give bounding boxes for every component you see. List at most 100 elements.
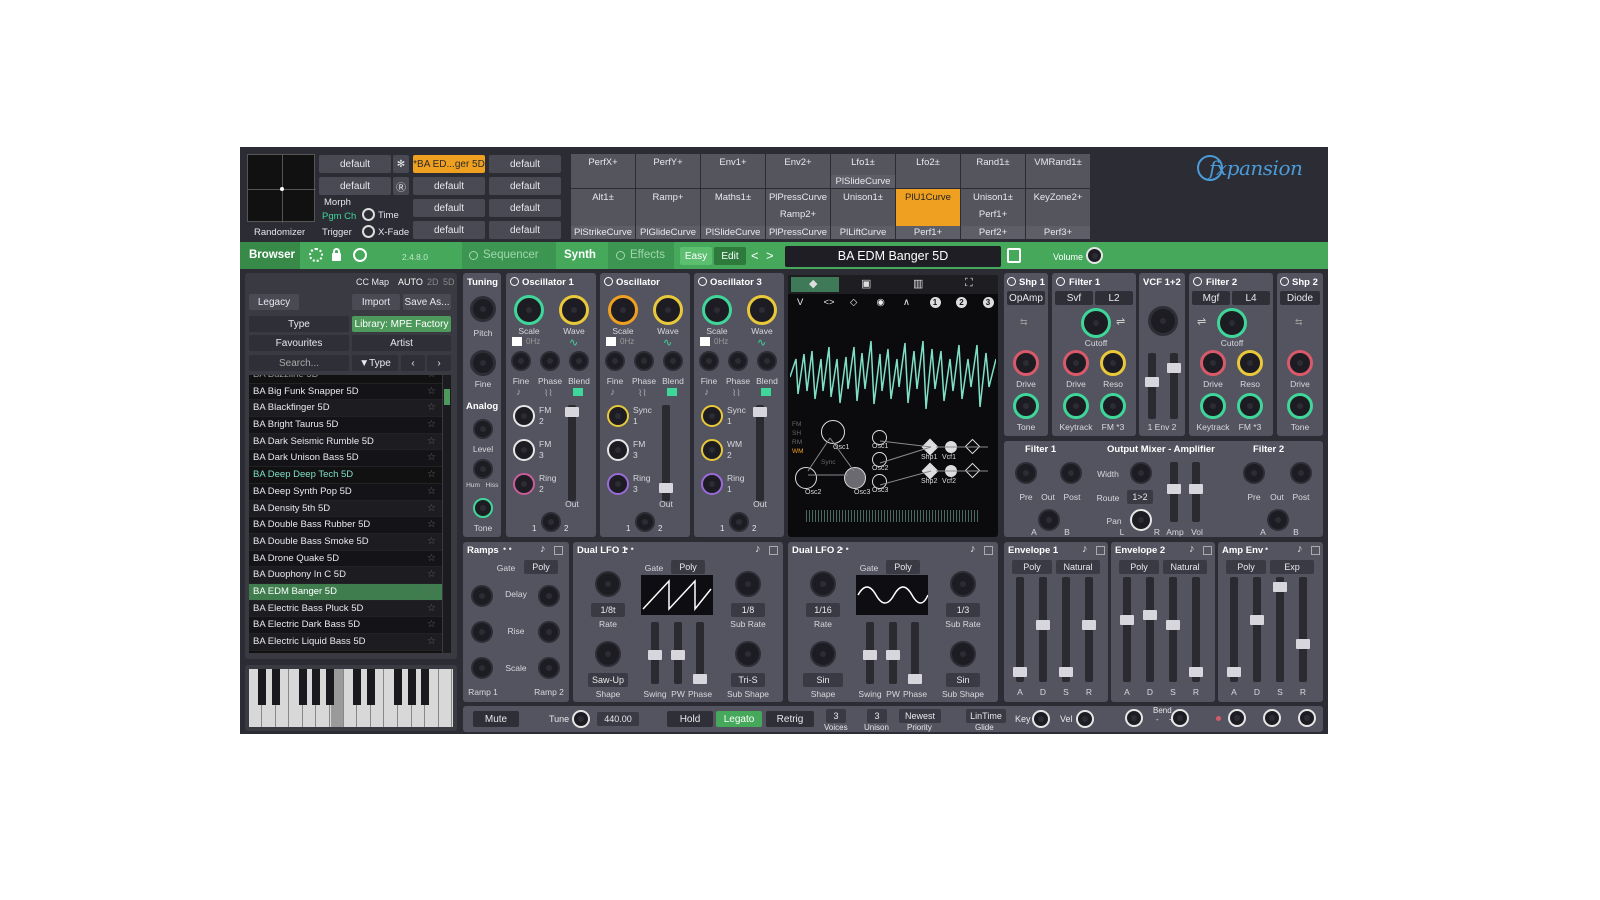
black-key[interactable] [326,669,334,705]
ramp1-rise-knob[interactable] [471,621,493,643]
vcf12-link-knob[interactable] [1148,306,1178,336]
vol-fader[interactable] [1189,462,1203,522]
black-key[interactable] [298,669,307,705]
mod-source-r1-4[interactable]: Lfo1± PlSlideCurve [831,154,895,188]
list-item[interactable]: BA Drone Quake 5D ☆ [249,550,442,568]
note-icon[interactable]: ♪ [755,543,761,555]
list-item[interactable]: BA Double Bass Rubber 5D ☆ [249,517,442,534]
display-tab-1[interactable]: ▣ [861,277,871,290]
list-item[interactable]: BA Electric Dark Bass 5D ☆ [249,617,442,634]
black-key[interactable] [421,669,430,705]
save-icon[interactable] [769,546,778,555]
f2-pre-knob[interactable] [1243,462,1265,484]
type-filter-tab[interactable]: Type [249,316,349,332]
display-tool-7[interactable]: 3 [982,297,994,308]
star-icon[interactable]: ☆ [427,551,436,568]
display-tool-5[interactable]: 1 [929,297,941,308]
star-icon[interactable]: ☆ [427,417,436,434]
save-icon[interactable] [554,546,563,555]
black-key[interactable] [271,669,280,705]
list-item[interactable]: BA Blackfinger 5D ☆ [249,400,442,418]
star-icon[interactable]: ☆ [427,517,436,534]
ampenv-r-fader[interactable] [1296,577,1310,682]
osc2-power-icon[interactable] [604,277,613,286]
f2-post-knob[interactable] [1290,462,1312,484]
osc1-power-icon[interactable] [510,277,519,286]
xfade-radio[interactable] [362,225,375,238]
list-item[interactable]: BA Buzzline 5D☆ [249,375,442,384]
filter2-power-icon[interactable] [1193,277,1202,286]
next-preset-button[interactable]: > [766,248,774,263]
osc2-wave-knob[interactable] [653,295,683,325]
display-tool-4[interactable]: ∧ [903,297,910,308]
note-icon[interactable]: ♪ [540,543,546,555]
filter1-keytrack-knob[interactable] [1063,393,1089,419]
lfo2-pw-fader[interactable] [886,622,900,684]
prev-preset-button[interactable]: < [751,248,759,263]
osc2-scale-knob[interactable] [608,295,638,325]
amp-fader[interactable] [1167,462,1181,522]
shp1-drive-knob[interactable] [1013,350,1039,376]
mod-source-r1-1[interactable]: PerfY+ [636,154,700,188]
save-icon[interactable] [984,546,993,555]
bend-down-knob[interactable] [1125,709,1143,727]
env1-s-fader[interactable] [1059,577,1073,682]
f2-ab-knob[interactable] [1267,509,1289,531]
retrig-button[interactable]: Retrig [766,711,814,727]
list-item[interactable]: BA Bright Taurus 5D ☆ [249,417,442,434]
ampenv-poly[interactable]: Poly [1226,560,1266,574]
voices-value[interactable]: 3 [826,709,846,723]
osc2-keyboard-icon[interactable] [606,337,616,346]
lfo1-swing-fader[interactable] [648,622,662,684]
snowflake-icon[interactable]: ✻ [393,155,409,173]
display-tool-3[interactable]: ◉ [877,297,885,308]
mini-keyboard[interactable] [245,665,457,731]
osc3-fine-knob[interactable] [699,351,719,371]
osc1-scale-knob[interactable] [514,295,544,325]
import-button[interactable]: Import [352,294,400,310]
gear-icon[interactable] [309,248,323,262]
r-icon[interactable]: Ⓡ [393,177,409,195]
osc2-balance-knob[interactable] [635,512,655,532]
list-item[interactable]: BA Deep Deep Tech 5D ☆ [249,467,442,484]
mod-source-r2-1[interactable]: Ramp+ PlGlideCurve [636,189,700,239]
star-icon[interactable]: ☆ [427,384,436,401]
env1-d-fader[interactable] [1036,577,1050,682]
list-item[interactable]: BA Deep Synth Pop 5D ☆ [249,483,442,501]
osc3-blend-knob[interactable] [757,351,777,371]
filter2-keytrack-knob[interactable] [1200,393,1226,419]
unison-value[interactable]: 3 [867,709,887,723]
list-item[interactable]: BA EDM Banger 5D ☆ [249,583,442,601]
star-icon[interactable]: ☆ [427,450,436,467]
shp2-mode[interactable]: Diode [1280,291,1320,305]
display-tool-0[interactable]: V [797,297,803,308]
ramps-poly[interactable]: Poly [524,560,558,574]
sequencer-power-icon[interactable] [469,251,478,260]
display-tab-0[interactable]: ◆ [809,277,817,290]
black-key[interactable] [312,669,321,705]
list-item[interactable]: BA Dark Unison Bass 5D ☆ [249,450,442,468]
save-icon[interactable] [1096,546,1105,555]
filter2-type[interactable]: Mgf [1192,291,1230,305]
osc1-blend-knob[interactable] [569,351,589,371]
favourites-filter-tab[interactable]: Favourites [249,335,349,351]
mod-source-r2-2[interactable]: Maths1± PlSlideCurve [701,189,765,239]
fine-tune-knob[interactable] [470,350,496,376]
white-key[interactable] [439,669,453,727]
star-icon[interactable]: ☆ [427,584,436,601]
mod-source-r1-0[interactable]: PerfX+ [571,154,635,188]
lfo1-pw-fader[interactable] [671,622,685,684]
list-item[interactable]: BA Electric Liquid Bass 5D ☆ [249,634,442,651]
artist-filter-tab[interactable]: Artist [352,335,451,351]
effects-power-icon[interactable] [616,251,625,260]
env1-a-fader[interactable] [1013,577,1027,682]
display-tool-1[interactable]: <> [824,297,835,308]
save-preset-icon[interactable] [1007,248,1021,263]
osc3-balance-knob[interactable] [729,512,749,532]
list-item[interactable]: BA Double Bass Smoke 5D ☆ [249,533,442,551]
easy-button[interactable]: Easy [680,247,712,265]
filter1-power-icon[interactable] [1056,277,1065,286]
black-key[interactable] [394,669,402,705]
lfo1-shape-val[interactable]: Saw-Up [588,673,628,687]
star-icon[interactable]: ☆ [427,601,436,618]
